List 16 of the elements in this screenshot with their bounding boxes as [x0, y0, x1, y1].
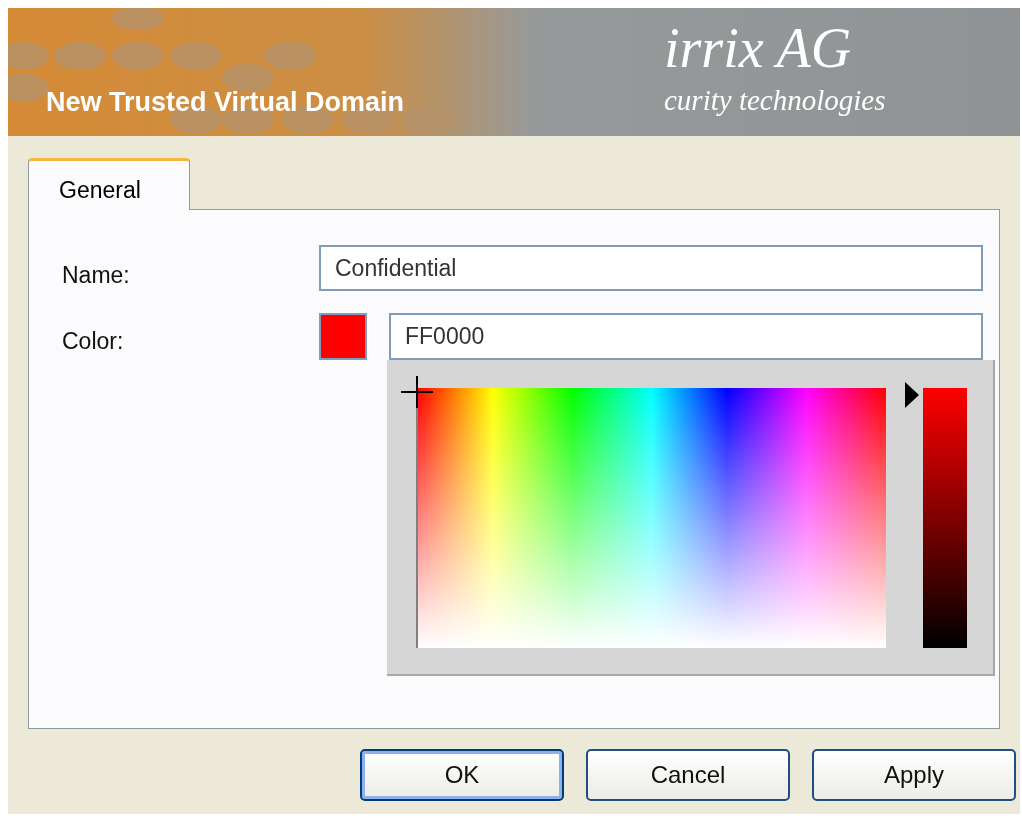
brightness-marker-icon[interactable]: [905, 382, 919, 408]
logo-name: irrix AG: [664, 20, 852, 76]
dialog-title: New Trusted Virtual Domain: [46, 86, 405, 119]
dialog-button[interactable]: Apply: [812, 749, 1016, 801]
dialog-button[interactable]: Cancel: [586, 749, 790, 801]
color-field[interactable]: FF0000: [389, 313, 983, 360]
field-label: Color:: [62, 327, 124, 356]
color-swatch[interactable]: [319, 313, 367, 360]
dialog-button[interactable]: OK: [360, 749, 564, 801]
field-label: Name:: [62, 261, 130, 290]
brightness-slider[interactable]: [923, 388, 967, 648]
tab[interactable]: General: [28, 158, 190, 210]
logo-tagline: curity technologies: [664, 86, 886, 115]
color-spectrum[interactable]: [416, 388, 886, 648]
crosshair-icon[interactable]: [399, 374, 435, 410]
name-field[interactable]: Confidential: [319, 245, 983, 291]
